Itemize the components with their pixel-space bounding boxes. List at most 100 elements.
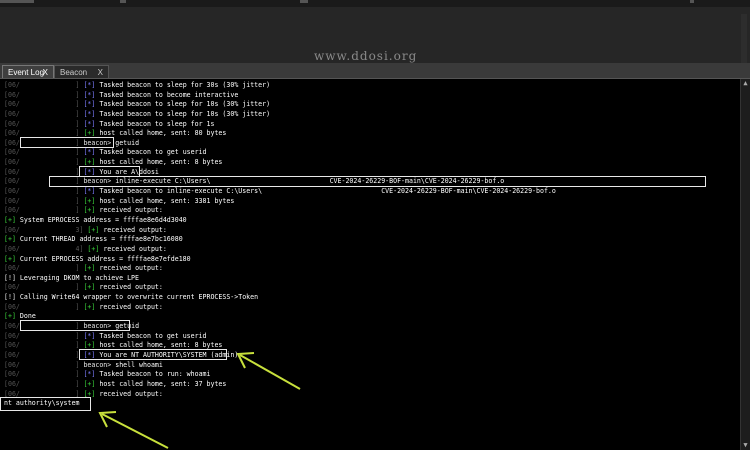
redacted-timestamp [20, 129, 76, 137]
timestamp: [06/ [4, 148, 20, 157]
log-text: Tasked beacon to become interactive [99, 90, 239, 99]
tab-beacon[interactable]: Beacon 192. X [54, 65, 109, 90]
log-tag: [+] [87, 225, 100, 234]
console-line: [06/ ] [*] Tasked beacon to become inter… [4, 91, 556, 101]
redacted-timestamp [20, 158, 76, 166]
timestamp: [06/ [4, 264, 20, 273]
upper-scrollbar[interactable] [741, 14, 747, 69]
redacted-timestamp [20, 148, 76, 156]
timestamp: [06/ [4, 360, 20, 369]
log-text: Tasked beacon to sleep for 30s (30% jitt… [99, 81, 271, 89]
redacted-timestamp [20, 245, 76, 253]
timestamp-end: ] [75, 379, 80, 388]
console-line: [06/ ] [*] Tasked beacon to get userid [4, 332, 556, 342]
beacon-console[interactable]: [06/ ] [*] Tasked beacon to sleep for 30… [0, 79, 740, 450]
log-tag: [+] [4, 254, 16, 263]
log-tag: [+] [83, 158, 96, 167]
log-tag: [*] [83, 81, 96, 89]
redacted-timestamp [20, 100, 76, 108]
timestamp-end: ] [75, 196, 80, 205]
log-text: received output: [103, 225, 167, 234]
timestamp-end: ] [75, 331, 80, 340]
log-text: Tasked beacon to run: whoami [99, 370, 211, 379]
timestamp-end: ] [75, 129, 80, 138]
top-window-bar [0, 0, 750, 7]
log-text: received output: [99, 283, 163, 292]
tab-bar: Event Log X Beacon 192. X [0, 63, 750, 90]
timestamp-end: ] [75, 283, 80, 292]
log-text: shell whoami [115, 360, 163, 369]
redacted-timestamp [20, 283, 76, 291]
timestamp-end: ] [75, 109, 80, 118]
redacted-timestamp [20, 341, 76, 349]
highlight-box [0, 397, 91, 411]
tab-event-log[interactable]: Event Log X [2, 65, 54, 78]
log-tag: [*] [83, 100, 96, 109]
scroll-down-icon[interactable]: ▼ [741, 441, 750, 450]
console-line: [06/ ] [*] Tasked beacon to inline-execu… [4, 187, 556, 197]
highlight-box [79, 349, 227, 360]
timestamp-end: ] [75, 119, 80, 128]
timestamp: [06/ [4, 244, 20, 253]
log-tag: [+] [83, 264, 96, 273]
console-line: [06/ ] [*] Tasked beacon to sleep for 10… [4, 100, 556, 110]
redacted-timestamp [20, 168, 76, 176]
upper-pane: www.ddosi.org ˅˅˅˅ [0, 7, 750, 73]
timestamp-end: ] [75, 264, 80, 273]
log-tag: beacon> [83, 360, 112, 369]
log-text: received output: [99, 302, 163, 311]
log-tag: [+] [4, 235, 16, 244]
timestamp-end: ] [75, 148, 80, 157]
log-text: Calling Write64 wrapper to overwrite cur… [19, 293, 259, 302]
log-text: Current EPROCESS address = ffffae8e7efde… [19, 254, 191, 263]
log-tag: [*] [83, 90, 96, 99]
top-bar-segment [0, 0, 34, 3]
timestamp-end: ] [75, 187, 80, 196]
redacted-timestamp [20, 110, 76, 118]
timestamp: [06/ [4, 138, 20, 147]
timestamp: [06/ [4, 341, 20, 350]
log-text: received output: [103, 244, 167, 253]
log-text: Tasked beacon to get userid [99, 148, 207, 157]
console-line: [06/ ] [+] received output: [4, 283, 556, 293]
timestamp: [06/ [4, 167, 20, 176]
log-tag: [!] [4, 293, 16, 302]
close-icon[interactable]: X [43, 66, 48, 79]
log-tag: [*] [83, 331, 96, 340]
log-text: host called home, sent: 3381 bytes [99, 196, 235, 205]
console-scrollbar[interactable]: ▲ ▼ [740, 79, 750, 450]
timestamp: [06/ [4, 331, 20, 340]
timestamp: [06/ [4, 206, 20, 215]
timestamp: [06/ [4, 187, 20, 196]
timestamp-end: ] [75, 90, 80, 99]
timestamp-end: ] [75, 100, 80, 109]
timestamp: [06/ [4, 177, 20, 186]
log-tag: [+] [4, 215, 16, 224]
timestamp-end: ] [75, 158, 80, 167]
log-tag: [+] [87, 244, 100, 253]
timestamp: [06/ [4, 225, 20, 234]
console-line: [06/ ] [+] host called home, sent: 3381 … [4, 197, 556, 207]
arrow-annotation [98, 411, 169, 449]
timestamp: [06/ [4, 322, 20, 331]
log-text: Tasked beacon to sleep for 1s [99, 119, 215, 128]
close-icon[interactable]: X [98, 66, 103, 79]
log-tag: [+] [83, 283, 96, 292]
arrow-annotation [236, 352, 301, 390]
console-line: [06/ ] [*] Tasked beacon to get userid [4, 148, 556, 158]
log-tag: [+] [83, 379, 96, 388]
tab-label: Event Log [8, 68, 45, 77]
log-tag: [*] [83, 109, 96, 118]
log-text: Tasked beacon to sleep for 10s (30% jitt… [99, 100, 271, 109]
timestamp: [06/ [4, 379, 20, 388]
log-text: Tasked beacon to sleep for 10s (30% jitt… [99, 109, 271, 118]
timestamp-end: 4] [75, 244, 84, 253]
log-text: Current THREAD address = ffffae8e7bc1608… [19, 235, 183, 244]
top-bar-segment [120, 0, 126, 3]
timestamp: [06/ [4, 302, 20, 311]
log-tag: [*] [83, 370, 96, 379]
redacted-timestamp [20, 120, 76, 128]
redacted-timestamp [20, 332, 76, 340]
log-text: Tasked beacon to inline-execute C:\Users… [99, 187, 556, 196]
scroll-up-icon[interactable]: ▲ [741, 79, 750, 88]
